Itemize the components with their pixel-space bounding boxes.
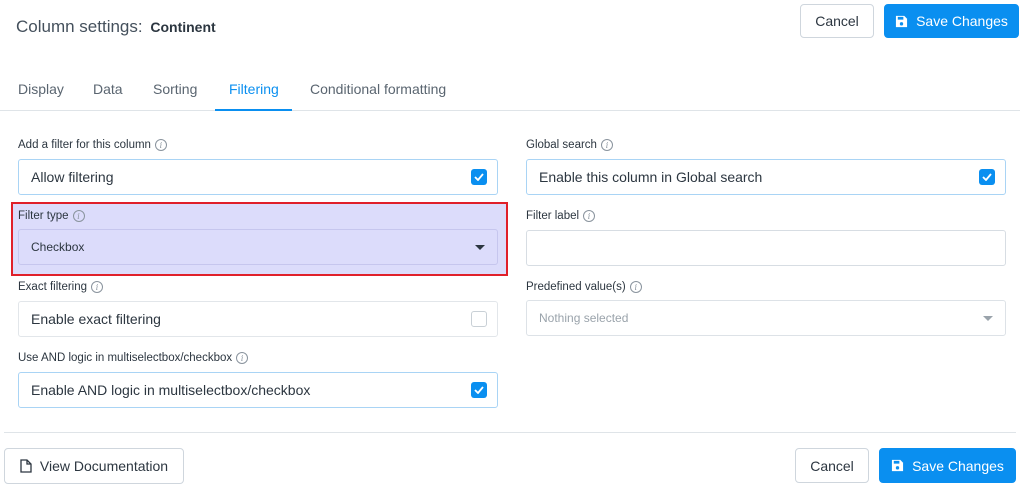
global-search-checkbox[interactable] [979, 169, 995, 185]
exact-filtering-label: Exact filtering i [18, 281, 104, 293]
cancel-button-label: Cancel [815, 13, 859, 29]
info-icon[interactable]: i [91, 281, 104, 293]
predefined-values-placeholder: Nothing selected [539, 311, 629, 325]
view-documentation-button[interactable]: View Documentation [4, 448, 184, 484]
filter-type-label: Filter type i [18, 210, 85, 222]
exact-filtering-field[interactable]: Enable exact filtering [18, 301, 498, 337]
page-title: Column settings: Continent [16, 17, 216, 37]
save-button-label: Save Changes [916, 13, 1008, 29]
footer-divider [4, 432, 1016, 433]
caret-down-icon [983, 316, 993, 321]
add-filter-label-text: Add a filter for this column [18, 139, 151, 151]
and-logic-checkbox[interactable] [471, 382, 487, 398]
cancel-button-bottom[interactable]: Cancel [795, 448, 869, 483]
view-documentation-label: View Documentation [39, 458, 169, 474]
column-name: Continent [150, 19, 216, 35]
exact-filtering-checkbox[interactable] [471, 311, 487, 327]
tab-bar: Display Data Sorting Filtering Condition… [0, 70, 1020, 111]
exact-filtering-label-text: Exact filtering [18, 281, 88, 293]
global-search-label-text: Global search [526, 139, 597, 151]
global-search-label: Global search i [526, 139, 613, 151]
info-icon[interactable]: i [154, 139, 167, 151]
filter-label-label: Filter label i [526, 210, 596, 222]
document-icon [20, 459, 32, 473]
save-button-label: Save Changes [912, 457, 1004, 474]
add-filter-label: Add a filter for this column i [18, 139, 167, 151]
and-logic-label-text: Use AND logic in multiselectbox/checkbox [18, 352, 233, 364]
save-changes-button-bottom[interactable]: Save Changes [879, 448, 1016, 483]
filter-label-input[interactable] [526, 230, 1006, 266]
info-icon[interactable]: i [72, 210, 85, 222]
filter-type-select[interactable]: Checkbox [18, 229, 498, 265]
and-logic-label: Use AND logic in multiselectbox/checkbox… [18, 352, 249, 364]
tab-display[interactable]: Display [18, 81, 64, 97]
tab-filtering[interactable]: Filtering [229, 81, 279, 97]
caret-down-icon [475, 245, 485, 250]
global-search-field[interactable]: Enable this column in Global search [526, 159, 1006, 195]
info-icon[interactable]: i [236, 352, 249, 364]
info-icon[interactable]: i [600, 139, 613, 151]
filter-type-value: Checkbox [31, 240, 85, 254]
title-prefix: Column settings: [16, 17, 143, 36]
cancel-button-top[interactable]: Cancel [800, 4, 874, 38]
allow-filtering-field[interactable]: Allow filtering [18, 159, 498, 195]
predefined-values-select[interactable]: Nothing selected [526, 300, 1006, 336]
tab-data[interactable]: Data [93, 81, 123, 97]
allow-filtering-text: Allow filtering [31, 169, 114, 185]
save-changes-button-top[interactable]: Save Changes [884, 4, 1019, 38]
filter-label-label-text: Filter label [526, 210, 580, 222]
save-icon [891, 459, 904, 472]
tab-sorting[interactable]: Sorting [153, 81, 197, 97]
filter-type-label-text: Filter type [18, 210, 69, 222]
info-icon[interactable]: i [629, 281, 642, 293]
active-tab-indicator [215, 109, 292, 111]
tab-conditional-formatting[interactable]: Conditional formatting [310, 81, 446, 97]
save-icon [895, 15, 908, 28]
cancel-button-label: Cancel [810, 457, 854, 474]
predefined-values-label-text: Predefined value(s) [526, 281, 626, 293]
and-logic-text: Enable AND logic in multiselectbox/check… [31, 382, 311, 398]
predefined-values-label: Predefined value(s) i [526, 281, 642, 293]
allow-filtering-checkbox[interactable] [471, 169, 487, 185]
and-logic-field[interactable]: Enable AND logic in multiselectbox/check… [18, 372, 498, 408]
global-search-text: Enable this column in Global search [539, 169, 763, 185]
exact-filtering-text: Enable exact filtering [31, 311, 161, 327]
info-icon[interactable]: i [583, 210, 596, 222]
